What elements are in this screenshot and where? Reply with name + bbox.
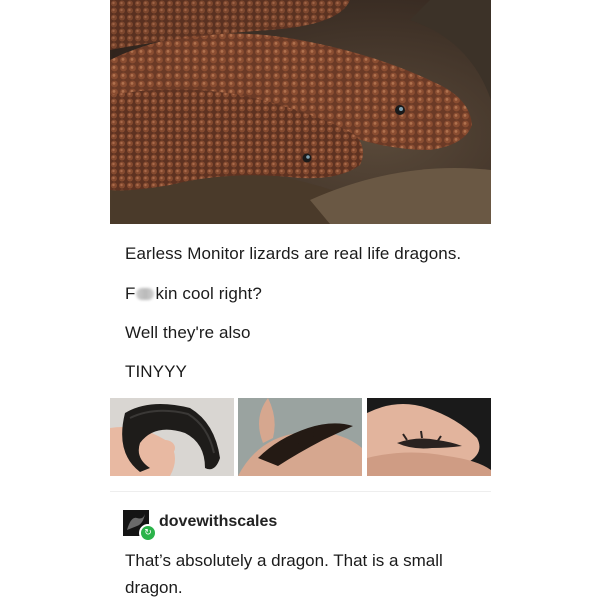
reblog-comment: That’s absolutely a dragon. That is a sm… <box>125 551 443 597</box>
censor-blur <box>136 288 155 300</box>
hero-lizard-photo <box>110 0 491 224</box>
thumbnail-3[interactable] <box>367 398 491 476</box>
reblog-divider <box>110 491 491 492</box>
avatar[interactable]: ↻ <box>123 510 157 542</box>
post-line-3: Well they're also <box>125 323 251 342</box>
reblog-username[interactable]: dovewithscales <box>159 513 277 531</box>
reblog-icon: ↻ <box>139 524 157 542</box>
post-line-1: Earless Monitor lizards are real life dr… <box>125 244 462 263</box>
censored-word-end: kin cool right? <box>155 284 262 303</box>
lizard-photo-illustration <box>110 0 491 224</box>
post-line-2: Fkin cool right? <box>125 284 262 304</box>
thumbnail-1[interactable] <box>110 398 234 476</box>
censored-word-start: F <box>125 284 136 303</box>
post-line-4: TINYYY <box>125 362 188 381</box>
thumbnail-2[interactable] <box>238 398 362 476</box>
